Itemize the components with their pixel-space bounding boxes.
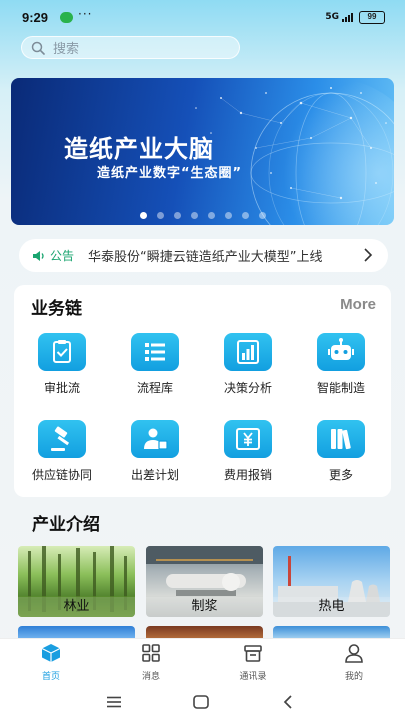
grid-item-label: 供应链协同 (31, 468, 92, 482)
search-input[interactable]: 搜索 (21, 36, 240, 59)
grid-item-label: 审批流 (43, 381, 80, 395)
industry-tile-forestry[interactable]: 林业 (18, 546, 135, 617)
speaker-icon (33, 250, 44, 261)
section-title-industry: 产业介绍 (32, 515, 100, 535)
section-title-business: 业务链 (31, 299, 82, 319)
battery-icon: 99 (359, 11, 385, 24)
announcement-bar[interactable]: 公告 华泰股份“瞬捷云链造纸产业大模型”上线 (19, 239, 388, 272)
tab-messages[interactable]: 消息 (121, 642, 181, 682)
network-type: 5G (325, 12, 339, 22)
tile-label: 制浆 (146, 597, 263, 617)
bottom-tab-bar: 首页 消息 通讯录 我的 (0, 638, 405, 684)
carousel-dot[interactable] (241, 212, 249, 219)
industry-tile-partial[interactable] (273, 626, 390, 638)
grid-item-label: 费用报销 (223, 468, 272, 482)
banner-title: 造纸产业大脑 (64, 134, 214, 163)
person-icon (345, 644, 363, 663)
grid-item-label: 出差计划 (130, 468, 179, 482)
carousel-dot[interactable] (156, 212, 164, 219)
banner-carousel[interactable]: 造纸产业大脑 造纸产业数字“生态圈” (11, 78, 394, 225)
grid-item-label: 智能制造 (316, 381, 365, 395)
carousel-dot[interactable] (139, 212, 147, 219)
grid-item-supply-chain[interactable]: 供应链协同 (22, 420, 102, 490)
industry-tile-partial[interactable] (146, 626, 263, 638)
carousel-dot[interactable] (207, 212, 215, 219)
announcement-label: 公告 (50, 249, 75, 263)
process-list-icon (131, 333, 179, 371)
grid-item-process-library[interactable]: 流程库 (115, 333, 195, 403)
more-notifications-icon: ··· (78, 7, 93, 21)
tab-label: 消息 (141, 672, 160, 682)
grid-item-more[interactable]: 更多 (301, 420, 381, 490)
grid-item-expense-reimbursement[interactable]: 费用报销 (208, 420, 288, 490)
tab-label: 首页 (41, 672, 60, 682)
system-navigation-bar (0, 684, 405, 720)
carousel-indicator[interactable] (11, 212, 394, 219)
chevron-right-icon[interactable] (361, 247, 375, 263)
search-placeholder: 搜索 (53, 42, 80, 57)
announcement-text[interactable]: 华泰股份“瞬捷云链造纸产业大模型”上线 (88, 246, 350, 265)
tab-home[interactable]: 首页 (21, 642, 81, 682)
search-icon (31, 41, 45, 55)
gavel-icon (38, 420, 86, 458)
industry-tile-partial[interactable] (18, 626, 135, 638)
yuan-receipt-icon (224, 420, 272, 458)
more-link[interactable]: More (340, 296, 376, 313)
robot-icon (317, 333, 365, 371)
tab-profile[interactable]: 我的 (324, 642, 384, 682)
tab-label: 通讯录 (239, 672, 267, 682)
back-icon[interactable] (282, 694, 294, 710)
banner-subtitle: 造纸产业数字“生态圈” (97, 166, 243, 181)
tile-label: 林业 (18, 597, 135, 617)
menu-icon[interactable] (106, 696, 122, 708)
carousel-dot[interactable] (190, 212, 198, 219)
grid-item-label: 决策分析 (223, 381, 272, 395)
business-chain-card: 业务链 More 审批流 流程库 决策分析 智能制造 供应链协同 出差计划 费用… (14, 285, 391, 497)
grid-icon (142, 644, 160, 662)
grid-item-approval[interactable]: 审批流 (22, 333, 102, 403)
industry-tile-pulping[interactable]: 制浆 (146, 546, 263, 617)
bar-chart-icon (224, 333, 272, 371)
status-bar: 9:29 ··· 5G 99 (0, 0, 405, 36)
carousel-dot[interactable] (173, 212, 181, 219)
battery-level: 99 (367, 12, 377, 21)
grid-item-label: 流程库 (136, 381, 173, 395)
approval-clipboard-icon (38, 333, 86, 371)
grid-item-smart-manufacturing[interactable]: 智能制造 (301, 333, 381, 403)
grid-item-travel-plan[interactable]: 出差计划 (115, 420, 195, 490)
tab-contacts[interactable]: 通讯录 (223, 642, 283, 682)
contacts-box-icon (244, 645, 262, 662)
grid-item-decision-analysis[interactable]: 决策分析 (208, 333, 288, 403)
carousel-dot[interactable] (258, 212, 266, 219)
tab-label: 我的 (344, 672, 363, 682)
home-cube-icon (41, 644, 61, 662)
grid-item-label: 更多 (328, 468, 353, 482)
tile-label: 热电 (273, 597, 390, 617)
signal-icon: 5G (325, 12, 353, 22)
home-button-icon[interactable] (193, 695, 209, 709)
clock: 9:29 (22, 10, 49, 25)
wechat-icon (60, 12, 73, 23)
books-icon (317, 420, 365, 458)
travel-person-icon (131, 420, 179, 458)
industry-tile-thermal-power[interactable]: 热电 (273, 546, 390, 617)
carousel-dot[interactable] (224, 212, 232, 219)
